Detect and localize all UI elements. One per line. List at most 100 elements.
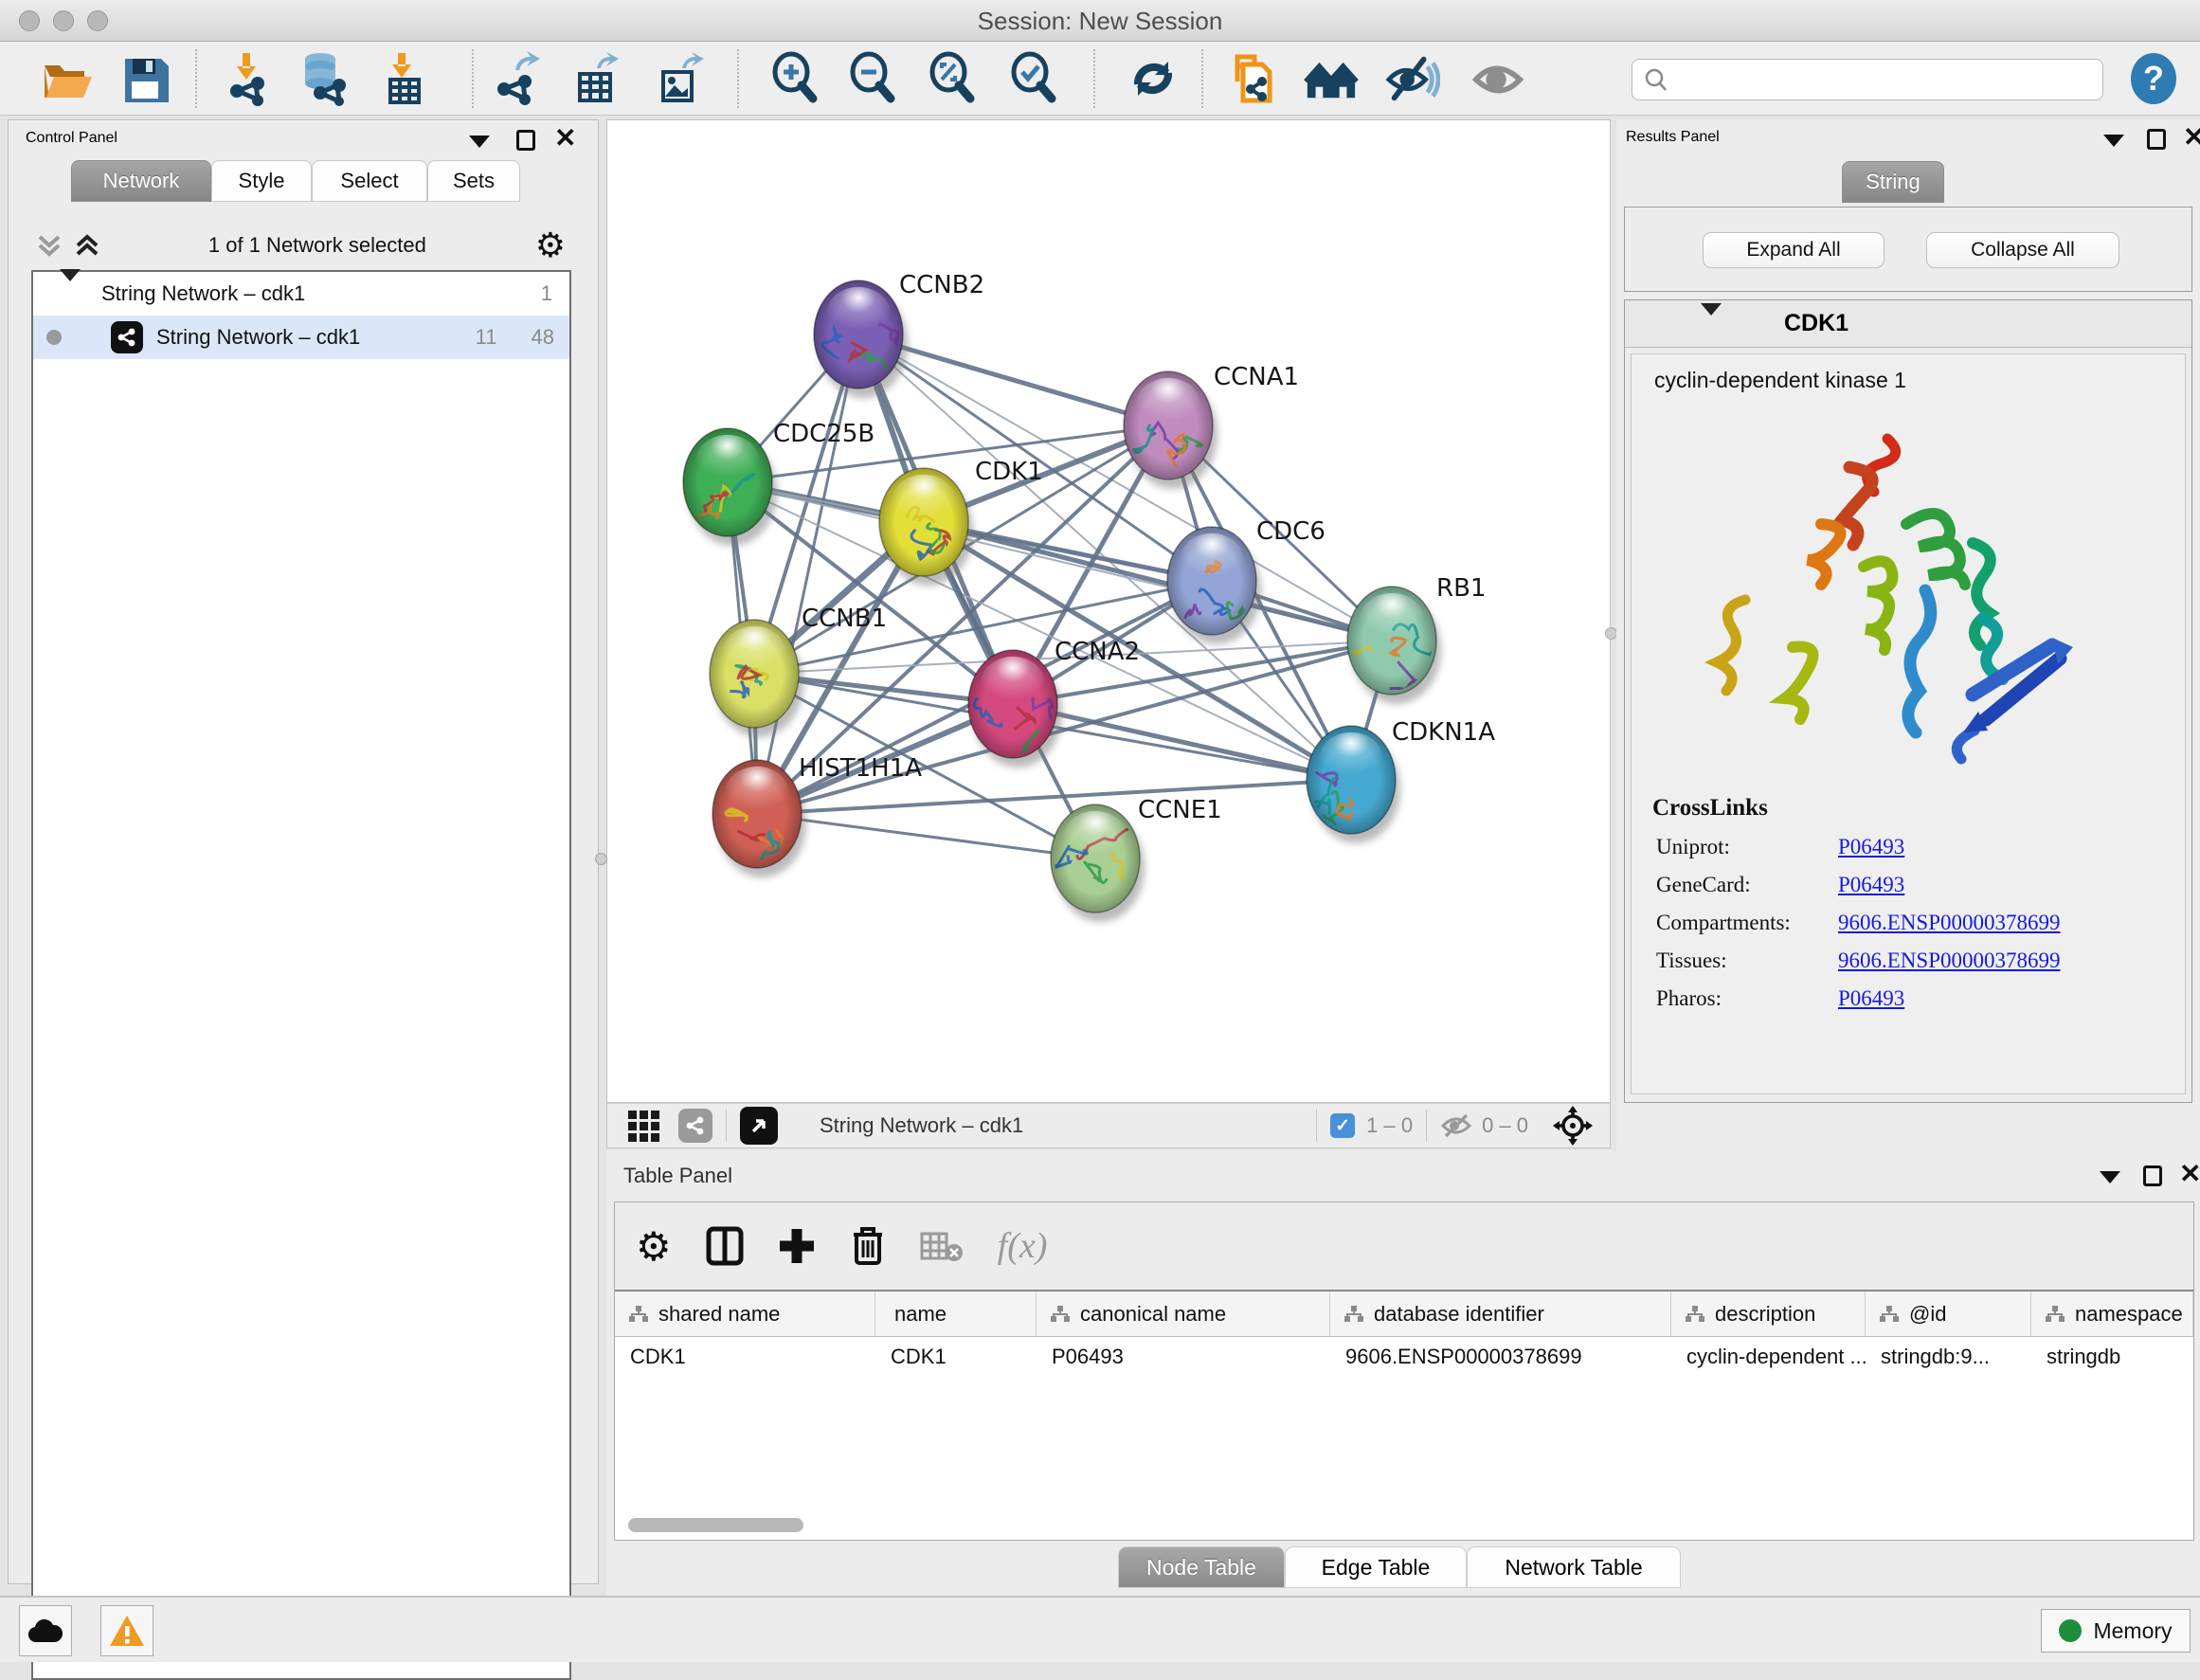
results-panel-close-icon[interactable]: ✕ <box>2183 127 2200 148</box>
network-canvas[interactable]: CCNB2CCNA1CDC25BCDK1CDC6RB1CCNB1CCNA2CDK… <box>606 119 1611 1103</box>
network-node-cdc25b[interactable] <box>683 428 777 546</box>
export-table-icon[interactable] <box>568 51 623 106</box>
network-node-hist1h1a[interactable] <box>712 760 806 877</box>
delete-column-icon[interactable] <box>850 1225 886 1267</box>
table-cell[interactable]: cyclin-dependent ... <box>1671 1337 1866 1377</box>
tab-select[interactable]: Select <box>312 160 427 202</box>
table-horizontal-scrollbar[interactable] <box>628 1518 803 1532</box>
crosslink-label: GeneCard: <box>1656 873 1838 897</box>
table-cell[interactable]: 9606.ENSP00000378699 <box>1330 1337 1671 1377</box>
network-graph[interactable]: CCNB2CCNA1CDC25BCDK1CDC6RB1CCNB1CCNA2CDK… <box>607 120 1610 1102</box>
table-cell[interactable]: stringdb <box>2031 1337 2193 1377</box>
control-panel-float-icon[interactable] <box>516 130 535 151</box>
network-node-cdk1[interactable] <box>879 468 973 586</box>
column-header-namespace[interactable]: namespace <box>2031 1292 2193 1336</box>
left-splitter-handle[interactable] <box>595 853 607 865</box>
protein-expand-icon[interactable] <box>1701 316 1722 333</box>
table-panel-float-icon[interactable] <box>2143 1165 2162 1186</box>
open-file-icon[interactable] <box>38 51 93 106</box>
network-edge[interactable] <box>1013 704 1351 780</box>
detach-view-icon[interactable] <box>740 1107 778 1145</box>
zoom-out-icon[interactable] <box>845 51 900 106</box>
table-cell[interactable]: CDK1 <box>875 1337 1037 1377</box>
column-header-name[interactable]: name <box>875 1292 1037 1336</box>
show-columns-icon[interactable] <box>706 1226 744 1266</box>
collection-count: 1 <box>541 281 552 306</box>
table-panel-menu-icon[interactable] <box>2100 1169 2120 1186</box>
tab-node-table[interactable]: Node Table <box>1118 1546 1285 1588</box>
expand-all-networks-icon[interactable] <box>37 231 62 260</box>
crosslink-link[interactable]: P06493 <box>1838 835 1904 859</box>
search-input[interactable] <box>1668 68 2076 91</box>
warning-status-icon[interactable] <box>100 1605 153 1656</box>
protein-section-header[interactable]: CDK1 <box>1625 300 2191 348</box>
network-options-gear-icon[interactable]: ⚙ <box>535 231 566 260</box>
crosslink-link[interactable]: P06493 <box>1838 873 1904 897</box>
network-edge[interactable] <box>757 780 1351 814</box>
network-overview-icon[interactable] <box>678 1109 712 1143</box>
tab-style[interactable]: Style <box>211 160 312 202</box>
collection-expand-icon[interactable] <box>60 281 81 306</box>
network-node-ccnb2[interactable] <box>814 280 908 398</box>
table-panel-close-icon[interactable]: ✕ <box>2179 1164 2200 1184</box>
table-cell[interactable]: P06493 <box>1037 1337 1330 1377</box>
import-table-icon[interactable] <box>375 51 430 106</box>
network-node-ccna2[interactable] <box>968 650 1062 768</box>
table-cell[interactable]: stringdb:9... <box>1866 1337 2031 1377</box>
control-panel-close-icon[interactable]: ✕ <box>554 128 576 149</box>
network-node-ccnb1[interactable] <box>710 620 803 737</box>
network-node-ccne1[interactable] <box>1051 804 1145 922</box>
import-network-database-icon[interactable] <box>298 51 352 106</box>
memory-button[interactable]: Memory <box>2041 1609 2191 1653</box>
zoom-in-icon[interactable] <box>767 51 822 106</box>
table-cell[interactable]: CDK1 <box>615 1337 875 1377</box>
network-node-rb1[interactable] <box>1334 587 1441 704</box>
collapse-all-button[interactable]: Collapse All <box>1926 232 2119 268</box>
network-collection-row[interactable]: String Network – cdk1 1 <box>33 272 569 316</box>
zoom-selected-icon[interactable] <box>1006 51 1061 106</box>
results-panel-menu-icon[interactable] <box>2103 133 2124 150</box>
hide-selected-icon[interactable] <box>1385 51 1440 106</box>
toolbar-separator <box>195 49 197 108</box>
export-network-icon[interactable] <box>489 51 544 106</box>
control-panel-menu-icon[interactable] <box>469 134 490 151</box>
birds-eye-view-icon[interactable] <box>628 1111 659 1142</box>
crosslink-label: Compartments: <box>1656 911 1838 935</box>
results-panel-float-icon[interactable] <box>2147 129 2166 150</box>
show-graphics-details-icon[interactable] <box>1470 51 1525 106</box>
column-header--id[interactable]: @id <box>1866 1292 2031 1336</box>
column-header-database-identifier[interactable]: database identifier <box>1330 1292 1671 1336</box>
tab-sets[interactable]: Sets <box>427 160 520 202</box>
tab-network-table[interactable]: Network Table <box>1467 1546 1681 1588</box>
network-edge[interactable] <box>757 814 1095 858</box>
selected-count: 1 – 0 <box>1366 1113 1413 1138</box>
import-network-icon[interactable] <box>220 51 275 106</box>
zoom-fit-icon[interactable] <box>925 51 980 106</box>
cloud-status-icon[interactable] <box>19 1605 72 1656</box>
tab-network[interactable]: Network <box>71 160 211 202</box>
network-node-ccna1[interactable] <box>1124 371 1217 489</box>
crosslink-link[interactable]: 9606.ENSP00000378699 <box>1838 948 2061 973</box>
fit-content-icon[interactable] <box>1553 1106 1593 1146</box>
table-options-gear-icon[interactable]: ⚙ <box>636 1223 672 1270</box>
collapse-all-networks-icon[interactable] <box>75 231 99 260</box>
table-row[interactable]: CDK1CDK1P064939606.ENSP00000378699cyclin… <box>615 1337 2193 1377</box>
tab-edge-table[interactable]: Edge Table <box>1285 1546 1467 1588</box>
help-icon[interactable]: ? <box>2130 51 2177 106</box>
clone-network-icon[interactable] <box>1224 51 1279 106</box>
crosslink-link[interactable]: 9606.ENSP00000378699 <box>1838 911 2061 935</box>
column-header-description[interactable]: description <box>1671 1292 1866 1336</box>
first-neighbors-icon[interactable] <box>1304 51 1359 106</box>
selected-checkbox-icon[interactable]: ✓ <box>1330 1113 1355 1138</box>
crosslink-link[interactable]: P06493 <box>1838 986 1904 1011</box>
column-header-canonical-name[interactable]: canonical name <box>1037 1292 1330 1336</box>
tab-string[interactable]: String <box>1842 161 1944 203</box>
column-header-shared-name[interactable]: shared name <box>615 1292 875 1336</box>
apply-layout-icon[interactable] <box>1126 51 1181 106</box>
export-image-icon[interactable] <box>652 51 707 106</box>
network-node-cdkn1a[interactable] <box>1307 726 1400 843</box>
expand-all-button[interactable]: Expand All <box>1703 232 1884 268</box>
save-session-icon[interactable] <box>117 51 172 106</box>
network-row[interactable]: String Network – cdk1 11 48 <box>33 316 569 359</box>
add-column-icon[interactable] <box>778 1227 816 1265</box>
